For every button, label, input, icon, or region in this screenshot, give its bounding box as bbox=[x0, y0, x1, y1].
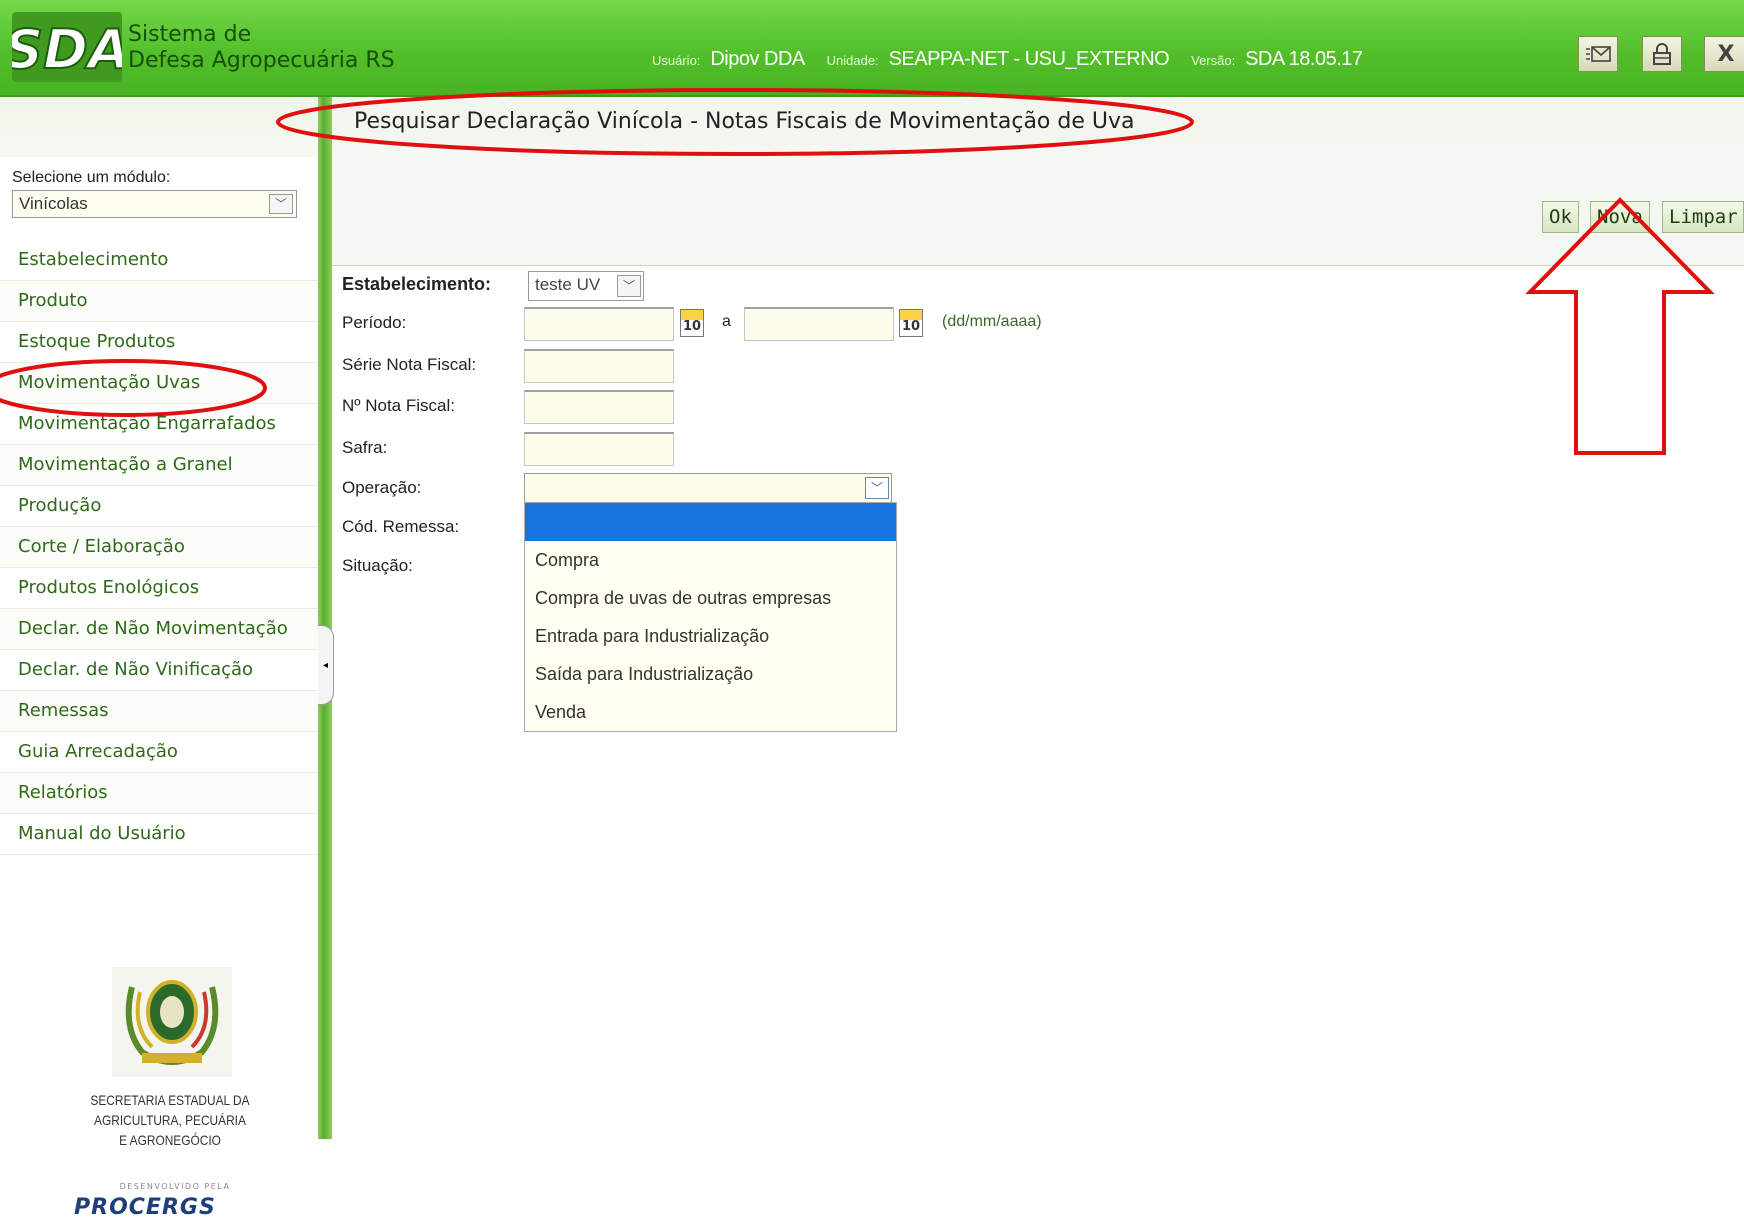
sidebar-item-corte-elaboracao[interactable]: Corte / Elaboração bbox=[0, 527, 318, 568]
state-crest-image bbox=[112, 967, 232, 1077]
sidebar-item-declar-nao-vinificacao[interactable]: Declar. de Não Vinificação bbox=[0, 650, 318, 691]
operacao-dropdown-list: Compra Compra de uvas de outras empresas… bbox=[524, 502, 897, 732]
chevron-down-icon: ﹀ bbox=[269, 194, 293, 214]
lock-icon bbox=[1653, 43, 1671, 65]
sidebar-divider bbox=[318, 97, 332, 1139]
estabelecimento-select[interactable]: teste UV ﹀ bbox=[528, 271, 644, 301]
email-icon bbox=[1586, 46, 1611, 62]
module-selected: Vinícolas bbox=[19, 194, 88, 213]
unit-value: SEAPPA-NET - USU_EXTERNO bbox=[888, 48, 1170, 70]
calendar-day: 10 bbox=[682, 319, 702, 334]
unit-label: Unidade: bbox=[826, 53, 879, 68]
sidebar-item-guia-arrecadacao[interactable]: Guia Arrecadação bbox=[0, 732, 318, 773]
version-label: Versão: bbox=[1191, 53, 1236, 68]
estabelecimento-label: Estabelecimento: bbox=[342, 274, 492, 294]
situacao-label: Situação: bbox=[342, 556, 413, 575]
developed-by-text: DESENVOLVIDO PELA bbox=[119, 1182, 231, 1191]
sidebar-item-movimentacao-engarrafados[interactable]: Movimentação Engarrafados bbox=[0, 404, 318, 445]
cod-remessa-label: Cód. Remessa: bbox=[342, 517, 460, 536]
safra-label: Safra: bbox=[342, 438, 388, 457]
periodo-label: Período: bbox=[342, 313, 407, 332]
date-format-hint: (dd/mm/aaaa) bbox=[942, 313, 1042, 330]
dropdown-option[interactable]: Saída para Industrialização bbox=[525, 655, 896, 693]
dropdown-option[interactable] bbox=[525, 503, 896, 541]
dropdown-option[interactable]: Entrada para Industrialização bbox=[525, 617, 896, 655]
periodo-separator: a bbox=[722, 313, 731, 330]
dropdown-option[interactable]: Compra de uvas de outras empresas bbox=[525, 579, 896, 617]
dropdown-option[interactable]: Compra bbox=[525, 541, 896, 579]
sidebar-item-remessas[interactable]: Remessas bbox=[0, 691, 318, 732]
sidebar-item-producao[interactable]: Produção bbox=[0, 486, 318, 527]
periodo-end-input[interactable] bbox=[744, 307, 894, 341]
user-info: Usuário: Dipov DDA Unidade: SEAPPA-NET -… bbox=[652, 48, 1381, 71]
logo-text: SDA bbox=[12, 18, 122, 81]
operacao-select[interactable]: ﹀ bbox=[524, 473, 892, 503]
sda-logo: SDA bbox=[3, 12, 131, 82]
close-icon: X bbox=[1717, 41, 1735, 67]
chevron-down-icon: ﹀ bbox=[865, 477, 889, 499]
sidebar: Selecione um módulo: Vinícolas ﹀ Estabel… bbox=[0, 97, 318, 1220]
email-button[interactable] bbox=[1578, 36, 1618, 72]
sidebar-item-produtos-enologicos[interactable]: Produtos Enológicos bbox=[0, 568, 318, 609]
chevron-down-icon: ﹀ bbox=[617, 275, 641, 297]
procergs-logo: PROCERGS bbox=[74, 1195, 216, 1220]
main-content: Pesquisar Declaração Vinícola - Notas Fi… bbox=[332, 97, 1744, 1139]
calendar-icon[interactable]: 10 bbox=[680, 309, 704, 337]
system-name-line2: Defesa Agropecuária RS bbox=[128, 48, 395, 73]
user-label: Usuário: bbox=[652, 53, 701, 68]
dropdown-option[interactable]: Venda bbox=[525, 693, 896, 731]
sidebar-menu: Estabelecimento Produto Estoque Produtos… bbox=[0, 240, 318, 855]
sidebar-item-manual-usuario[interactable]: Manual do Usuário bbox=[0, 814, 318, 855]
ok-button[interactable]: Ok bbox=[1542, 201, 1579, 233]
lock-button[interactable] bbox=[1642, 36, 1682, 72]
serie-label: Série Nota Fiscal: bbox=[342, 355, 477, 374]
system-name: Sistema de Defesa Agropecuária RS bbox=[128, 22, 428, 74]
limpar-button[interactable]: Limpar bbox=[1662, 201, 1744, 233]
app-header: SDA Sistema de Defesa Agropecuária RS Us… bbox=[0, 0, 1744, 97]
close-button[interactable]: X bbox=[1704, 36, 1744, 72]
serie-input[interactable] bbox=[524, 349, 674, 383]
version-value: SDA 18.05.17 bbox=[1245, 48, 1363, 70]
sidebar-item-relatorios[interactable]: Relatórios bbox=[0, 773, 318, 814]
module-select[interactable]: Vinícolas ﹀ bbox=[12, 190, 297, 218]
sidebar-item-movimentacao-uvas[interactable]: Movimentação Uvas bbox=[0, 363, 318, 404]
periodo-start-input[interactable] bbox=[524, 307, 674, 341]
toolbar: Ok Nova Limpar bbox=[332, 145, 1744, 266]
calendar-day: 10 bbox=[901, 319, 921, 334]
system-name-line1: Sistema de bbox=[128, 22, 252, 47]
secretaria-line1: Secretaria Estadual da bbox=[90, 1092, 250, 1108]
safra-input[interactable] bbox=[524, 432, 674, 466]
secretaria-line2: Agricultura, Pecuária bbox=[94, 1112, 246, 1128]
sidebar-item-declar-nao-movimentacao[interactable]: Declar. de Não Movimentação bbox=[0, 609, 318, 650]
nota-label: Nº Nota Fiscal: bbox=[342, 396, 455, 415]
operacao-label: Operação: bbox=[342, 478, 422, 497]
user-value: Dipov DDA bbox=[710, 48, 805, 70]
page-title: Pesquisar Declaração Vinícola - Notas Fi… bbox=[354, 109, 1135, 134]
title-bar: Pesquisar Declaração Vinícola - Notas Fi… bbox=[332, 97, 1744, 145]
secretaria-line3: e Agronegócio bbox=[119, 1132, 221, 1148]
module-label: Selecione um módulo: bbox=[12, 169, 171, 186]
calendar-icon[interactable]: 10 bbox=[899, 309, 923, 337]
estabelecimento-value: teste UV bbox=[535, 275, 601, 294]
sidebar-item-movimentacao-granel[interactable]: Movimentação a Granel bbox=[0, 445, 318, 486]
nota-input[interactable] bbox=[524, 390, 674, 424]
sidebar-item-estoque-produtos[interactable]: Estoque Produtos bbox=[0, 322, 318, 363]
sidebar-item-produto[interactable]: Produto bbox=[0, 281, 318, 322]
nova-button[interactable]: Nova bbox=[1590, 201, 1650, 233]
secretaria-text: Secretaria Estadual da Agricultura, Pecu… bbox=[77, 1090, 264, 1150]
sidebar-item-estabelecimento[interactable]: Estabelecimento bbox=[0, 240, 318, 281]
chevron-left-icon: ◂ bbox=[322, 660, 329, 671]
